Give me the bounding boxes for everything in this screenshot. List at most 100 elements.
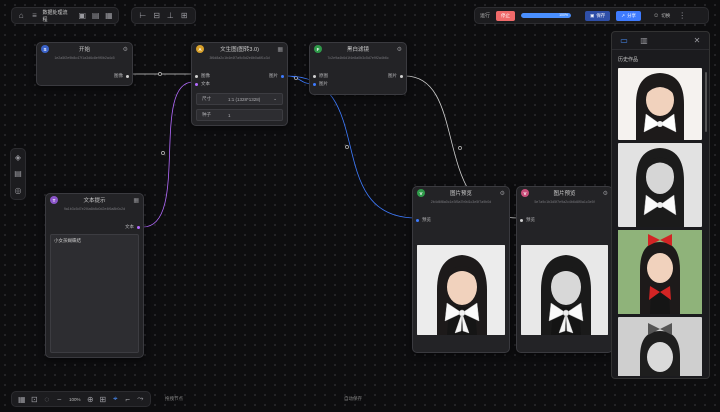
- library-icon[interactable]: ▥: [638, 35, 650, 47]
- node-text-prompt[interactable]: T 文本提示 ▦ 9a1b3c5d7e2f4a6b8c0d2e4f6a8b0c2d …: [45, 193, 144, 358]
- link-icon[interactable]: ⤳: [136, 393, 146, 405]
- seed-label: 种子: [202, 112, 211, 117]
- output-port[interactable]: 图片: [388, 73, 403, 79]
- node-badge: A: [196, 45, 204, 53]
- panel-title: 历史作品: [618, 57, 639, 63]
- align-center-icon[interactable]: ⊟: [151, 10, 163, 22]
- output-port[interactable]: 图像: [114, 73, 129, 79]
- gallery-icon[interactable]: ▦: [277, 46, 283, 53]
- output-port[interactable]: 文本: [125, 224, 140, 230]
- gear-icon[interactable]: ⚙: [603, 190, 608, 197]
- node-image-preview-2[interactable]: V 图片预览 ⚙ 5e7a9c1b3d5f7e9a2c4b6d8f0a1c3e5f …: [516, 186, 613, 353]
- more-icon[interactable]: ⋮: [676, 10, 688, 22]
- save-button[interactable]: ▣ 保存: [585, 10, 611, 21]
- port-dot: [126, 74, 129, 78]
- zoom-out-icon[interactable]: −: [55, 393, 65, 405]
- port-dot: [400, 74, 403, 78]
- lightbulb-icon[interactable]: ◌: [42, 393, 52, 405]
- pointer-icon[interactable]: ⌖: [111, 393, 121, 405]
- size-label: 尺寸: [202, 96, 211, 101]
- port-label: 图片: [388, 73, 397, 78]
- output-port[interactable]: 图片: [269, 73, 284, 79]
- seed-value: 1: [228, 112, 231, 118]
- node-title: 黑白滤镜: [346, 47, 369, 53]
- gear-icon[interactable]: ⚙: [123, 46, 128, 53]
- connector-icon[interactable]: ⌐: [123, 393, 133, 405]
- port-label: 图像: [201, 73, 210, 78]
- zoom-in-icon[interactable]: ⊕: [86, 393, 96, 405]
- home-icon[interactable]: ⌂: [16, 10, 26, 22]
- user-label: 切换: [661, 12, 671, 18]
- export-icon[interactable]: ▤: [90, 10, 100, 22]
- node-id: 5e7a9c1b3d5f7e9a2c4b6d8f0a1c3e5f: [534, 200, 595, 204]
- port-dot: [416, 218, 419, 222]
- prompt-textarea[interactable]: 小女孩蝴蝶结: [50, 234, 139, 353]
- zoom-fit-icon[interactable]: ⊞: [98, 393, 108, 405]
- input-port-image[interactable]: 图像: [195, 73, 210, 79]
- port-dot: [137, 225, 140, 229]
- port-label: 原图: [319, 73, 328, 78]
- user-button[interactable]: ☺ 切换: [653, 13, 670, 19]
- stop-button[interactable]: 停止: [496, 10, 516, 21]
- node-text-to-image[interactable]: A 文生图(图转3.0) ▦ 3f6d8a2c1b4e4f7a9c5d2e8b0a6…: [191, 42, 288, 126]
- input-port-text[interactable]: 文本: [195, 81, 210, 87]
- notes-icon[interactable]: ▤: [12, 168, 24, 180]
- share-button[interactable]: ↗ 分享: [616, 10, 642, 21]
- history-item[interactable]: [618, 230, 702, 314]
- align-left-icon[interactable]: ⊢: [137, 10, 149, 22]
- bottom-toolbar: ▦ ⊡ ◌ − 100% ⊕ ⊞ ⌖ ⌐ ⤳: [11, 391, 151, 407]
- settings-icon[interactable]: ▦: [104, 10, 114, 22]
- history-list[interactable]: [618, 68, 702, 376]
- preview-image-bw: [521, 245, 608, 335]
- node-bw-filter[interactable]: F 黑白滤镜 ⚙ 7c2e9a4b6d1f4e8a0b3c5d7e9f2a4b6c …: [309, 42, 407, 95]
- size-select[interactable]: 尺寸 1:1 (1328*1328) ⌄: [196, 93, 283, 105]
- panel-scrollbar[interactable]: [705, 72, 707, 132]
- port-label: 图片: [319, 81, 328, 86]
- history-item[interactable]: [618, 143, 702, 227]
- port-label: 预览: [526, 217, 535, 222]
- align-toolbar: ⊢ ⊟ ⊥ ⊞: [131, 7, 196, 24]
- grid-icon[interactable]: ▦: [17, 393, 27, 405]
- node-title: 开始: [78, 47, 90, 53]
- input-port-preview[interactable]: 预览: [416, 217, 431, 223]
- port-label: 文本: [201, 81, 210, 86]
- node-title: 图片预览: [449, 191, 472, 197]
- progress-label: 100%: [559, 13, 569, 17]
- node-title: 文本提示: [83, 198, 106, 204]
- seed-input[interactable]: 种子 1: [196, 109, 283, 121]
- menu-icon[interactable]: ≡: [29, 10, 39, 22]
- distribute-icon[interactable]: ⊞: [178, 10, 190, 22]
- node-start[interactable]: S 开始 ⚙ 1e2a5f2e9b8c47f1a3d6c8e9f0b2a4c5 图像: [36, 42, 133, 86]
- user-icon: ☺: [653, 12, 660, 19]
- node-badge: S: [41, 45, 49, 53]
- align-vertical-icon[interactable]: ⊥: [164, 10, 176, 22]
- gear-icon[interactable]: ⚙: [397, 46, 402, 53]
- image-icon[interactable]: ▭: [618, 35, 630, 47]
- port-dot: [520, 218, 523, 222]
- port-label: 文本: [125, 224, 134, 229]
- gallery-icon[interactable]: ▦: [133, 197, 139, 204]
- node-id: 9a1b3c5d7e2f4a6b8c0d2e4f6a8b0c2d: [63, 207, 126, 211]
- size-value: 1:1 (1328*1328): [228, 96, 261, 102]
- node-image-preview-1[interactable]: V 图片预览 ⚙ 2b4d6f8a0c1e3f5a7b9d1c3e5f7a9b0d …: [412, 186, 510, 353]
- node-id: 7c2e9a4b6d1f4e8a0b3c5d7e9f2a4b6c: [327, 56, 389, 60]
- node-badge: V: [521, 189, 529, 197]
- history-item[interactable]: [618, 317, 702, 376]
- port-label: 预览: [422, 217, 431, 222]
- location-icon[interactable]: ◎: [12, 185, 24, 197]
- port-dot: [281, 74, 284, 78]
- history-item[interactable]: [618, 68, 702, 140]
- input-port-original[interactable]: 原图: [313, 73, 328, 79]
- close-icon[interactable]: ✕: [691, 35, 703, 47]
- save-icon[interactable]: ▣: [77, 10, 87, 22]
- port-dot: [313, 82, 316, 86]
- save-button-label: 保存: [596, 12, 606, 18]
- share-btn-icon: ↗: [621, 12, 626, 18]
- gear-icon[interactable]: ⚙: [500, 190, 505, 197]
- input-port-image[interactable]: 图片: [313, 81, 328, 87]
- layers-icon[interactable]: ◈: [12, 151, 24, 163]
- input-port-preview[interactable]: 预览: [520, 217, 535, 223]
- node-id: 3f6d8a2c1b4e4f7a9c5d2e8b0a6f1c3d: [209, 56, 270, 60]
- port-label: 图片: [269, 73, 278, 78]
- fit-icon[interactable]: ⊡: [30, 393, 40, 405]
